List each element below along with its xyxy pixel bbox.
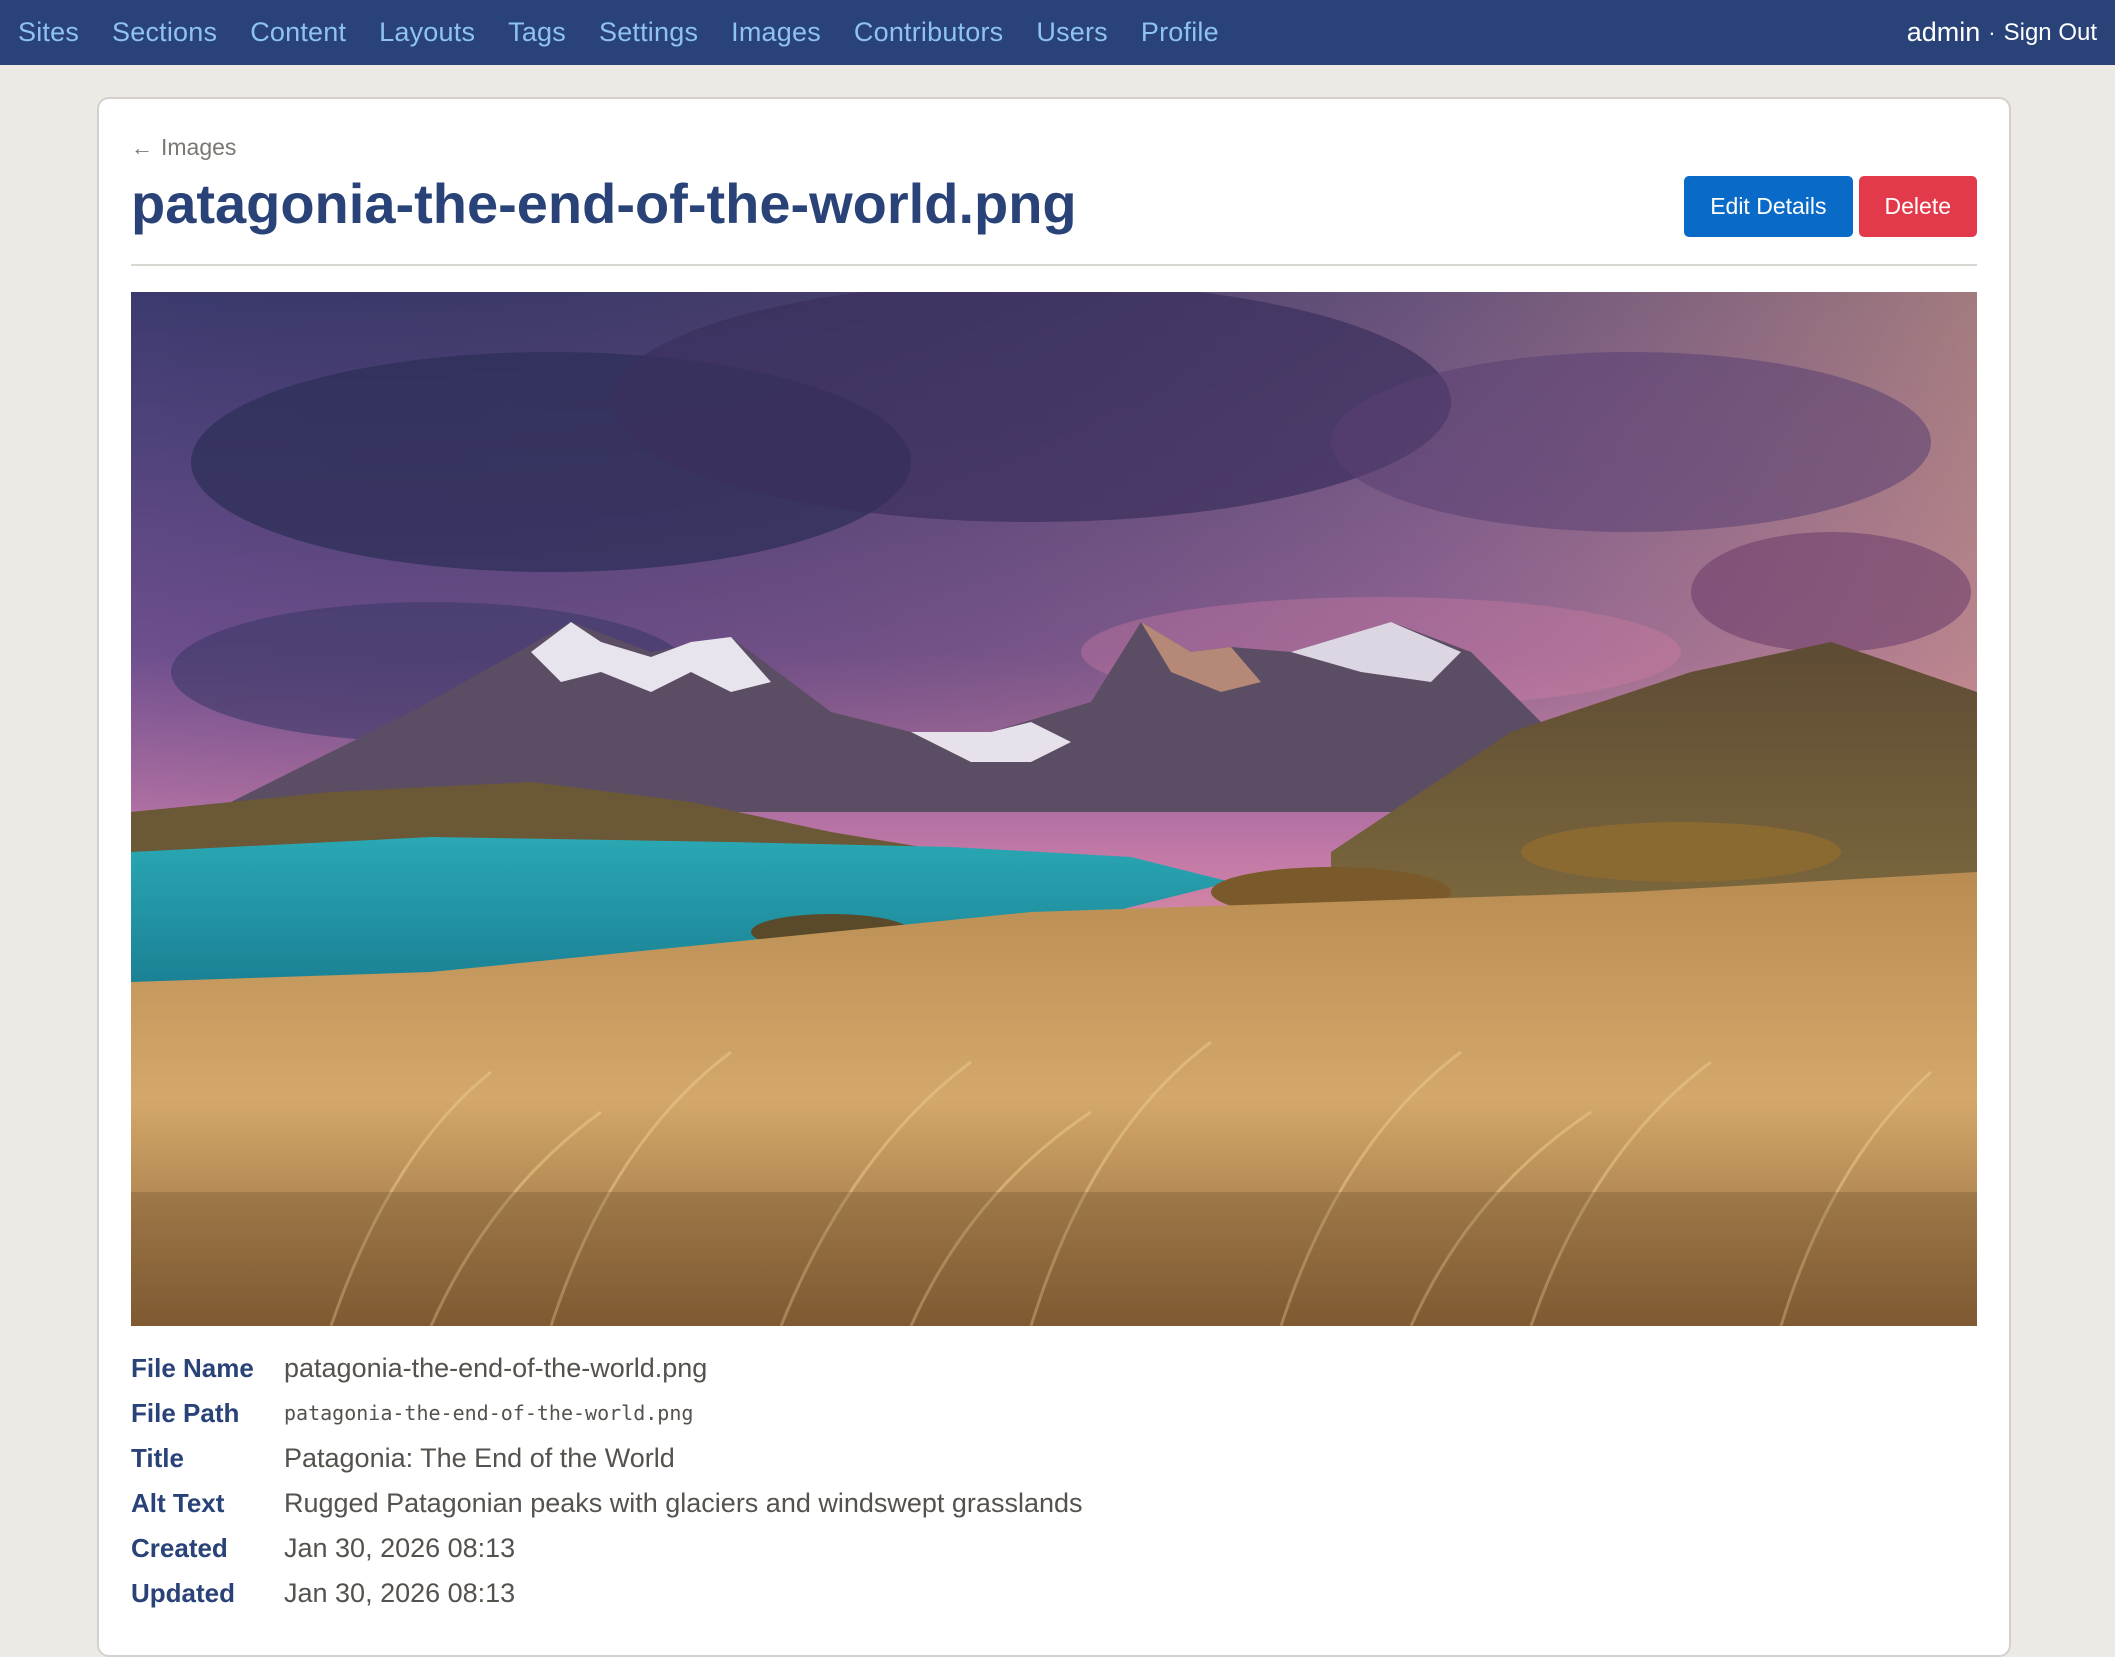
user-menu: admin · Sign Out	[1907, 17, 2097, 48]
back-link-label: Images	[161, 134, 237, 160]
nav-link-tags[interactable]: Tags	[508, 17, 566, 48]
detail-value-updated: Jan 30, 2026 08:13	[284, 1578, 516, 1608]
arrow-left-icon: ←	[131, 134, 153, 160]
detail-label-title: Title	[131, 1443, 184, 1473]
top-navigation: Sites Sections Content Layouts Tags Sett…	[0, 0, 2115, 65]
detail-value-created: Jan 30, 2026 08:13	[284, 1533, 516, 1563]
image-detail-card: ← Images patagonia-the-end-of-the-world.…	[97, 97, 2011, 1657]
back-to-images-link[interactable]: ← Images	[131, 134, 236, 161]
detail-value-title: Patagonia: The End of the World	[284, 1443, 675, 1473]
detail-label-updated: Updated	[131, 1578, 235, 1608]
nav-link-sites[interactable]: Sites	[18, 17, 79, 48]
image-details-list: File Name patagonia-the-end-of-the-world…	[131, 1346, 1083, 1616]
delete-button[interactable]: Delete	[1858, 176, 1977, 237]
edit-details-button[interactable]: Edit Details	[1684, 176, 1853, 237]
nav-link-users[interactable]: Users	[1036, 17, 1108, 48]
nav-link-sections[interactable]: Sections	[112, 17, 217, 48]
detail-value-alt-text: Rugged Patagonian peaks with glaciers an…	[284, 1488, 1083, 1518]
current-user: admin	[1906, 17, 1981, 47]
separator: ·	[1988, 19, 1996, 45]
detail-label-created: Created	[131, 1533, 228, 1563]
nav-link-images[interactable]: Images	[731, 17, 821, 48]
nav-link-settings[interactable]: Settings	[599, 17, 698, 48]
divider	[131, 264, 1977, 266]
landscape-image	[131, 292, 1977, 1326]
nav-link-layouts[interactable]: Layouts	[379, 17, 475, 48]
detail-label-alt-text: Alt Text	[131, 1488, 225, 1518]
nav-link-contributors[interactable]: Contributors	[854, 17, 1003, 48]
image-preview	[131, 292, 1977, 1326]
detail-value-file-name: patagonia-the-end-of-the-world.png	[284, 1353, 708, 1383]
action-buttons: Edit Details Delete	[1684, 176, 1977, 237]
sign-out-link[interactable]: Sign Out	[2004, 19, 2097, 47]
nav-link-profile[interactable]: Profile	[1141, 17, 1219, 48]
detail-label-file-path: File Path	[131, 1398, 240, 1428]
detail-label-file-name: File Name	[131, 1353, 254, 1383]
nav-links: Sites Sections Content Layouts Tags Sett…	[18, 17, 1252, 48]
page-title: patagonia-the-end-of-the-world.png	[131, 172, 1077, 235]
detail-value-file-path: patagonia-the-end-of-the-world.png	[284, 1401, 694, 1425]
nav-link-content[interactable]: Content	[250, 17, 346, 48]
